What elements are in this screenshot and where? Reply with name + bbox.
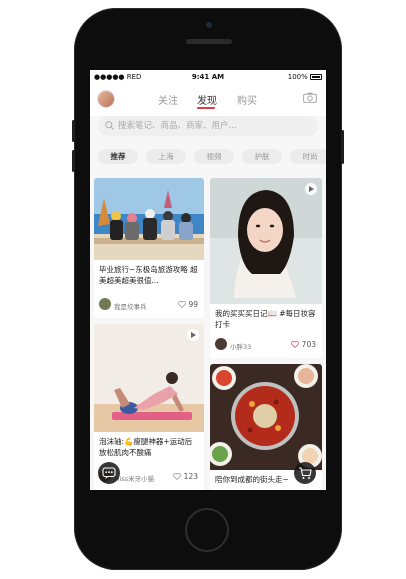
like-count[interactable]: 703 [291, 340, 316, 349]
like-count[interactable]: 99 [178, 300, 198, 309]
card-author: Miss米牙小猫 [114, 475, 155, 483]
chip-fashion[interactable]: 时尚 [290, 149, 326, 164]
yoga-stretch-photo [94, 324, 204, 432]
volume-button [72, 120, 75, 142]
category-bar: 推荐 上海 视频 护肤 时尚 [90, 146, 326, 170]
top-nav: 关注 发现 购买 [90, 84, 326, 116]
feed-card[interactable]: 我的买买买日记📖 #每日妆容打卡 小胖33 703 [210, 178, 322, 358]
heart-icon [178, 300, 186, 309]
author-avatar [215, 338, 227, 350]
avatar[interactable] [97, 90, 115, 108]
battery-percent: 100% [287, 73, 308, 81]
like-count[interactable]: 123 [173, 472, 198, 481]
card-author: 小胖33 [230, 343, 252, 351]
author-avatar [99, 298, 111, 310]
chip-video[interactable]: 视频 [194, 149, 234, 164]
like-count-value: 123 [183, 472, 198, 481]
card-title: 我的买买买日记📖 #每日妆容打卡 [215, 309, 316, 329]
power-button [341, 130, 344, 164]
camera-icon[interactable] [303, 92, 317, 103]
like-count-value: 703 [301, 340, 316, 349]
tab-shop[interactable]: 购买 [237, 92, 257, 107]
friends-seaside-photo [94, 178, 204, 260]
play-icon [187, 329, 199, 341]
status-bar: ●●●●● RED 9:41 AM 100% [90, 70, 326, 84]
app-screen: ●●●●● RED 9:41 AM 100% 关注 发现 购买 推荐 上海 视频… [90, 70, 326, 490]
play-icon [305, 183, 317, 195]
like-count-value: 99 [188, 300, 198, 309]
heart-icon [173, 472, 182, 481]
card-author: 我是坎事兵 [114, 303, 147, 311]
chip-skincare[interactable]: 护肤 [242, 149, 282, 164]
active-tab-indicator [197, 107, 215, 109]
earpiece-speaker [186, 39, 232, 44]
heart-icon [291, 340, 300, 349]
battery-icon [310, 74, 322, 80]
portrait-woman-photo [210, 178, 322, 304]
tab-following[interactable]: 关注 [158, 92, 178, 107]
chat-button[interactable] [98, 462, 120, 484]
chip-shanghai[interactable]: 上海 [146, 149, 186, 164]
chip-recommended[interactable]: 推荐 [98, 149, 138, 164]
search-bar[interactable] [98, 116, 318, 136]
card-title: 泡沫轴:💪瘦腿神器+运动后放松肌肉不酸痛 [99, 437, 193, 457]
hotpot-photo [210, 364, 322, 470]
card-title: 毕业旅行~东极岛旅游攻略 超美超美超美很值... [99, 265, 198, 285]
home-button[interactable] [185, 508, 229, 552]
battery-status: 100% [288, 73, 322, 81]
front-camera [206, 22, 212, 28]
cart-button[interactable] [294, 462, 316, 484]
feed-card[interactable]: 毕业旅行~东极岛旅游攻略 超美超美超美很值... 我是坎事兵 99 [94, 178, 204, 318]
search-input[interactable] [118, 116, 308, 136]
cart-icon [299, 467, 312, 479]
search-icon [105, 121, 114, 130]
volume-button [72, 150, 75, 172]
chat-icon [102, 467, 116, 479]
tab-discover[interactable]: 发现 [197, 92, 217, 107]
